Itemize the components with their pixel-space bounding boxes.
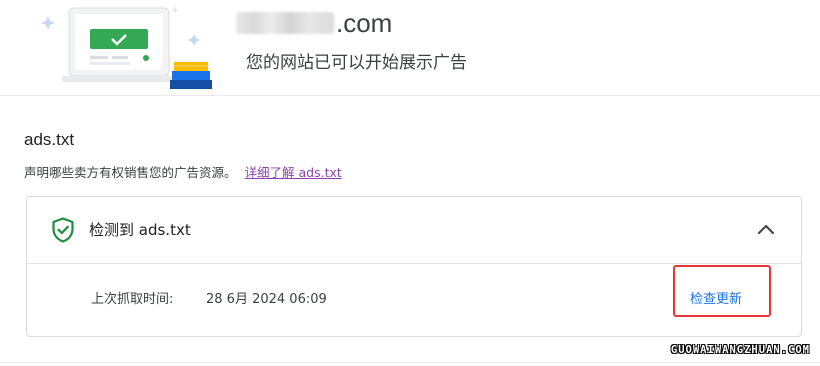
ads-txt-title: ads.txt — [24, 130, 75, 149]
ads-txt-description: 声明哪些卖方有权销售您的广告资源。 详细了解 ads.txt — [24, 162, 342, 181]
site-ready-illustration — [22, 0, 212, 92]
ads-txt-status-header[interactable]: 检测到 ads.txt — [27, 197, 801, 264]
chevron-up-icon[interactable] — [755, 220, 777, 240]
redacted-domain-name — [236, 12, 334, 34]
site-domain: .com — [236, 6, 392, 40]
watermark: GUOWAIWANGZHUAN.COM — [670, 344, 810, 356]
shield-check-icon — [51, 217, 75, 243]
check-for-updates-button[interactable]: 检查更新 — [690, 288, 742, 307]
domain-suffix: .com — [336, 7, 393, 38]
divider — [0, 362, 820, 363]
learn-more-ads-txt-link[interactable]: 详细了解 ads.txt — [245, 165, 342, 180]
ads-txt-status-card: 检测到 ads.txt 上次抓取时间: 28 6月 2024 06:09 检查更… — [26, 196, 802, 337]
site-status-text: 您的网站已可以开始展示广告 — [246, 53, 467, 73]
divider — [0, 95, 820, 96]
last-crawled-label: 上次抓取时间: — [91, 292, 174, 307]
ads-txt-description-text: 声明哪些卖方有权销售您的广告资源。 — [24, 165, 237, 180]
last-crawled-value: 28 6月 2024 06:09 — [206, 292, 327, 307]
ads-txt-status-title: 检测到 ads.txt — [89, 221, 191, 239]
